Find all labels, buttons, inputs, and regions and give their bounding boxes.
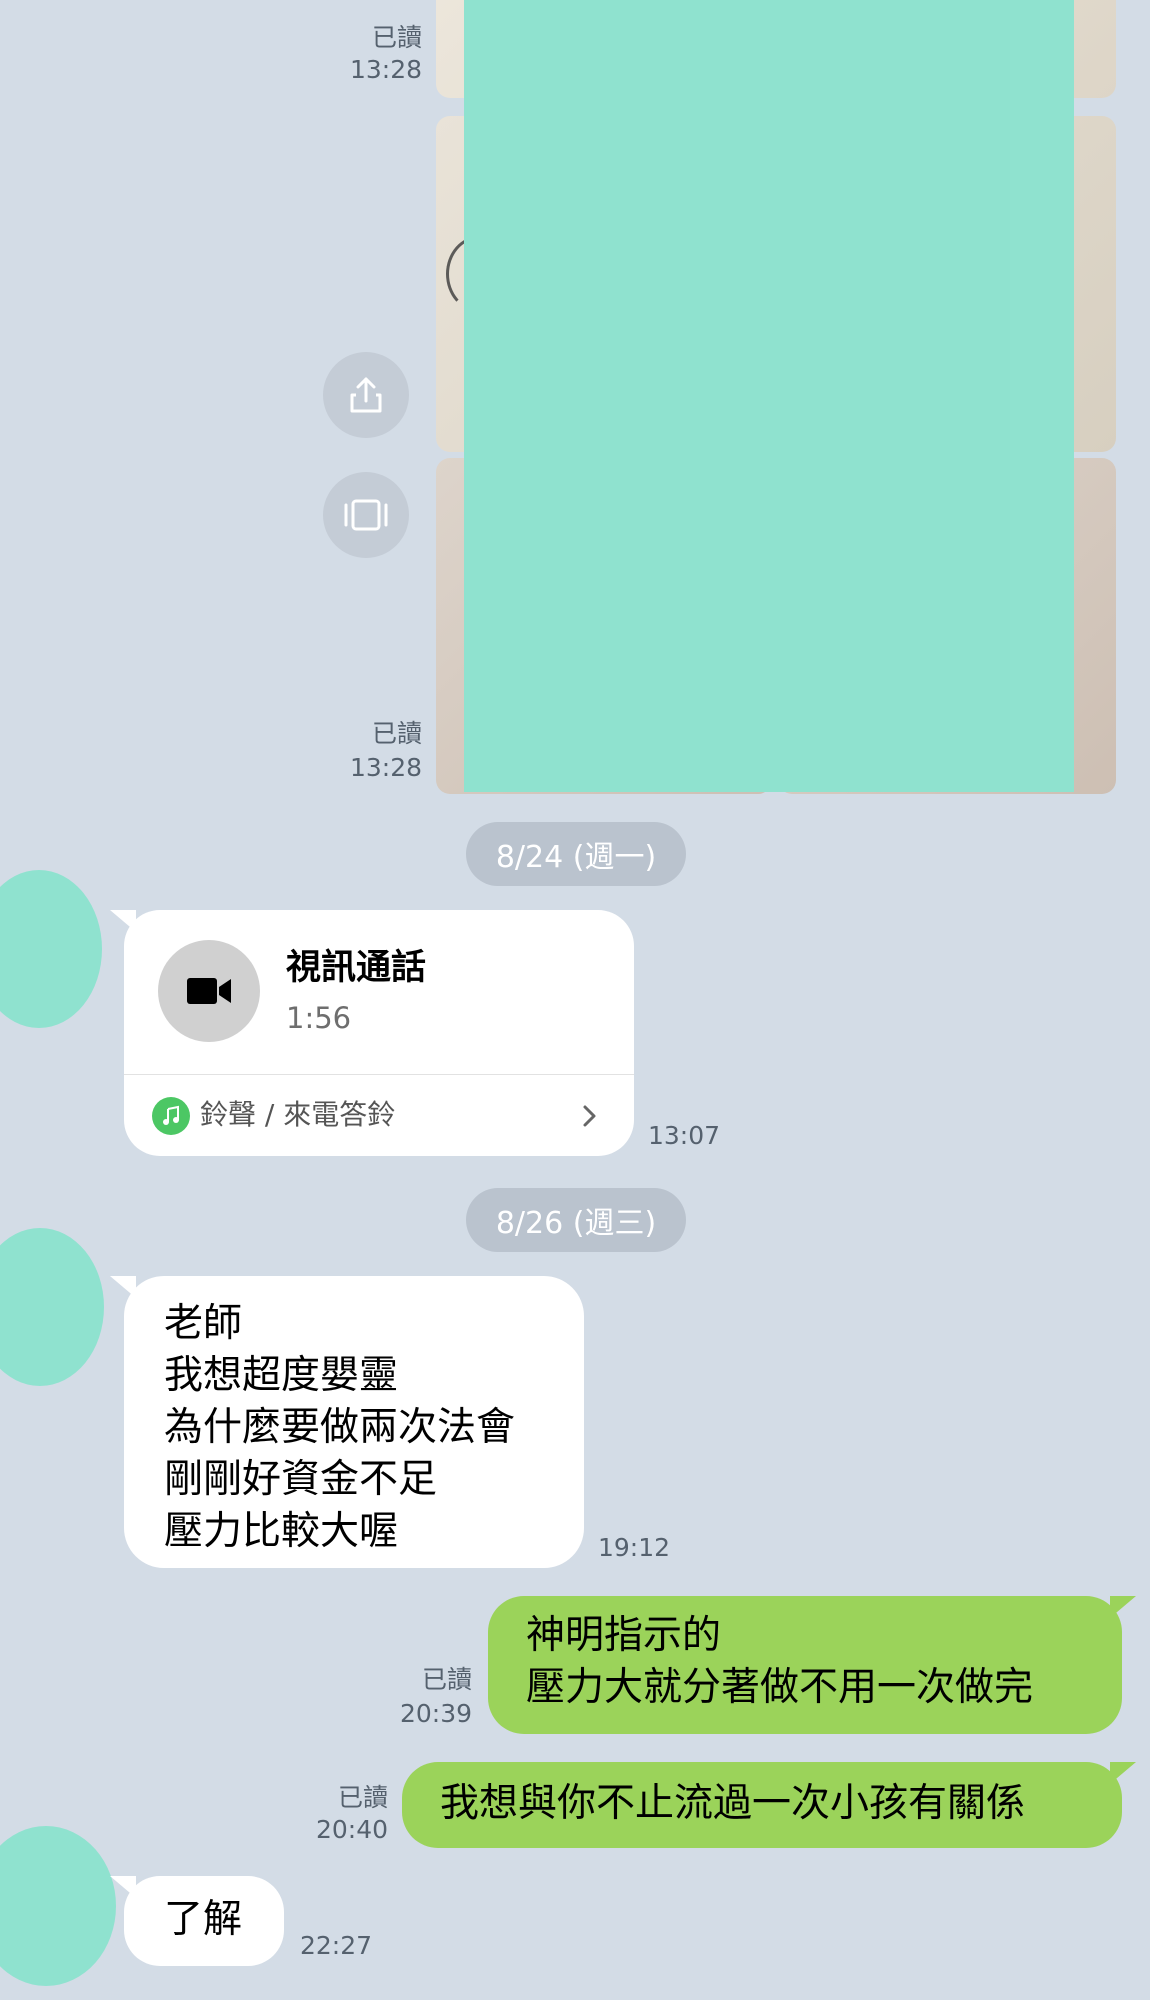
read-receipt: 已讀 (421, 1665, 472, 1694)
message-time: 13:28 (349, 753, 422, 782)
outgoing-message-bubble[interactable]: 我想與你不止流過一次小孩有關係 (402, 1762, 1122, 1848)
incoming-message-bubble[interactable]: 了解 (124, 1876, 284, 1966)
bubble-tail (1110, 1762, 1136, 1784)
video-call-icon-circle (158, 940, 260, 1042)
contact-avatar[interactable] (0, 870, 102, 1028)
message-text: 老師 我想超度嬰靈 為什麼要做兩次法會 剛剛好資金不足 壓力比較大喔 (164, 1301, 516, 1554)
video-call-title: 視訊通話 (286, 948, 427, 988)
date-separator: 8/26 (週三) (466, 1188, 686, 1252)
message-time: 19:12 (598, 1533, 671, 1562)
music-note-icon (152, 1097, 190, 1135)
bubble-tail (1110, 1596, 1136, 1618)
video-camera-icon (187, 978, 231, 1004)
contact-avatar[interactable] (0, 1228, 104, 1386)
message-time: 22:27 (300, 1931, 373, 1960)
message-time: 13:28 (349, 55, 422, 84)
message-text: 我想與你不止流過一次小孩有關係 (440, 1781, 1026, 1826)
gallery-button[interactable] (323, 472, 409, 558)
video-call-duration: 1:56 (286, 1001, 352, 1035)
contact-avatar[interactable] (0, 1826, 116, 1986)
gallery-icon (344, 499, 388, 531)
message-time: 20:39 (399, 1699, 472, 1728)
redacted-image-area (464, 0, 1074, 792)
share-button[interactable] (323, 352, 409, 438)
message-text: 了解 (164, 1897, 243, 1942)
incoming-message-bubble[interactable]: 老師 我想超度嬰靈 為什麼要做兩次法會 剛剛好資金不足 壓力比較大喔 (124, 1276, 584, 1568)
outgoing-message-bubble[interactable]: 神明指示的 壓力大就分著做不用一次做完 (488, 1596, 1122, 1734)
video-call-bubble[interactable]: 視訊通話 1:56 鈴聲 / 來電答鈴 (124, 910, 634, 1156)
ringtone-row[interactable]: 鈴聲 / 來電答鈴 (124, 1075, 634, 1156)
read-receipt: 已讀 (371, 719, 422, 748)
chevron-right-icon (583, 1105, 596, 1127)
message-text: 神明指示的 壓力大就分著做不用一次做完 (526, 1613, 1034, 1710)
date-separator: 8/24 (週一) (466, 822, 686, 886)
message-time: 13:07 (648, 1121, 721, 1150)
read-receipt: 已讀 (371, 23, 422, 52)
share-icon (350, 377, 382, 413)
read-receipt: 已讀 (337, 1783, 388, 1812)
ringtone-label: 鈴聲 / 來電答鈴 (200, 1098, 396, 1131)
message-time: 20:40 (315, 1815, 388, 1844)
